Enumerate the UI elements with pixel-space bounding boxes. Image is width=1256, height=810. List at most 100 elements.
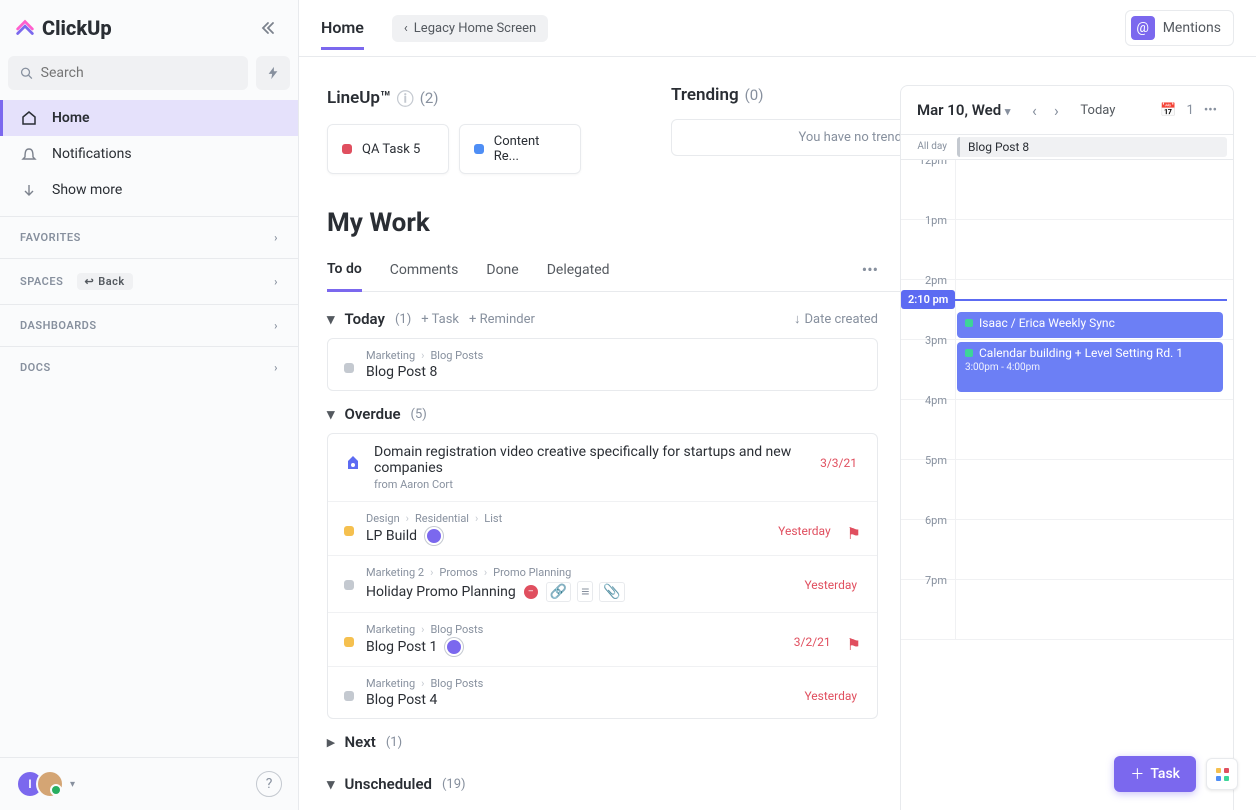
- back-pill[interactable]: ↩ Back: [77, 273, 133, 290]
- calendar-icon[interactable]: 📅: [1160, 103, 1176, 118]
- ai-button[interactable]: [256, 56, 290, 90]
- logo[interactable]: ClickUp: [14, 16, 112, 40]
- caret-right-icon[interactable]: ▸: [327, 733, 335, 751]
- bell-icon: [20, 145, 38, 163]
- list-icon[interactable]: ≡: [577, 581, 593, 602]
- nav-item-home[interactable]: Home: [0, 100, 298, 136]
- nav-label: Notifications: [52, 146, 132, 162]
- event-time: 3:00pm - 4:00pm: [965, 362, 1215, 373]
- hour-label: 1pm: [901, 212, 955, 271]
- status-square[interactable]: [344, 363, 354, 373]
- breadcrumb: Design› Residential› List: [366, 512, 766, 525]
- search-box[interactable]: [8, 56, 248, 90]
- tab-comments[interactable]: Comments: [390, 262, 459, 290]
- hour-label: 12pm: [901, 160, 955, 211]
- task-body: Marketing› Blog Posts Blog Post 1: [366, 623, 782, 656]
- help-button[interactable]: ?: [256, 771, 282, 797]
- breadcrumb: Marketing› Blog Posts: [366, 677, 792, 690]
- nav-label: Home: [52, 110, 90, 126]
- prev-day-button[interactable]: ‹: [1024, 100, 1044, 120]
- caret-down-icon[interactable]: ▾: [327, 405, 335, 423]
- tab-done[interactable]: Done: [486, 262, 518, 290]
- content: LineUp™ ⓘ (2) QA Task 5 Content Re...: [299, 57, 1256, 810]
- calendar-count: 1: [1187, 103, 1194, 118]
- now-indicator: 2:10 pm: [901, 290, 1227, 309]
- task-row[interactable]: Marketing 2› Promos› Promo Planning Holi…: [328, 556, 877, 613]
- calendar-event[interactable]: Calendar building + Level Setting Rd. 1 …: [957, 342, 1223, 392]
- task-title: LP Build: [366, 527, 766, 545]
- next-day-button[interactable]: ›: [1046, 100, 1066, 120]
- calendar-date[interactable]: Mar 10, Wed ▾: [917, 101, 1010, 119]
- new-task-fab[interactable]: ＋ Task: [1114, 756, 1196, 792]
- assignee-avatar[interactable]: [425, 527, 443, 545]
- status-dot: [474, 144, 484, 154]
- section-spaces[interactable]: SPACES ↩ Back ›: [0, 259, 298, 304]
- event-status-dot: [965, 319, 973, 327]
- calendar-event[interactable]: Isaac / Erica Weekly Sync: [957, 312, 1223, 338]
- chevron-down-icon[interactable]: ▾: [70, 779, 75, 790]
- sort-button[interactable]: ↓ Date created: [794, 311, 878, 327]
- flag-icon[interactable]: ⚑: [847, 635, 861, 654]
- task-row[interactable]: Marketing› Blog Posts Blog Post 1 3/2/21…: [328, 613, 877, 667]
- more-button[interactable]: •••: [1204, 103, 1217, 118]
- arrow-down-icon: [20, 181, 38, 199]
- allday-row: All day Blog Post 8: [901, 134, 1233, 160]
- caret-down-icon[interactable]: ▾: [327, 310, 335, 328]
- apps-fab[interactable]: [1206, 758, 1238, 790]
- priority-badge[interactable]: –: [524, 585, 538, 599]
- task-body: Domain registration video creative speci…: [374, 444, 808, 491]
- mentions-button[interactable]: @ Mentions: [1125, 10, 1234, 46]
- chevron-right-icon: ›: [274, 361, 278, 374]
- calendar-header-right: 📅 1 •••: [1160, 103, 1217, 118]
- task-row[interactable]: Domain registration video creative speci…: [328, 434, 877, 502]
- add-task-link[interactable]: + Task: [421, 312, 459, 327]
- main: Home ‹ Legacy Home Screen @ Mentions Lin…: [299, 0, 1256, 810]
- nav-item-notifications[interactable]: Notifications: [0, 136, 298, 172]
- allday-event[interactable]: Blog Post 8: [957, 137, 1227, 157]
- task-from: from Aaron Cort: [374, 478, 808, 491]
- section-label: FAVORITES: [20, 231, 81, 244]
- status-square[interactable]: [344, 637, 354, 647]
- collapse-sidebar-button[interactable]: [254, 14, 282, 42]
- calendar-grid[interactable]: 12pm 1pm 2pm 3pm 4pm 5pm 6pm 7pm 2:10 pm…: [901, 160, 1233, 810]
- logo-text: ClickUp: [42, 16, 112, 40]
- task-row[interactable]: Marketing› Blog Posts Blog Post 8: [328, 339, 877, 390]
- add-reminder-link[interactable]: + Reminder: [469, 312, 535, 327]
- caret-down-icon[interactable]: ▾: [327, 775, 335, 793]
- section-docs[interactable]: DOCS ›: [0, 347, 298, 388]
- task-row[interactable]: Marketing› Blog Posts Blog Post 4 Yester…: [328, 667, 877, 718]
- tab-more-button[interactable]: •••: [862, 260, 878, 291]
- today-button[interactable]: Today: [1080, 103, 1115, 118]
- sidebar-footer: I ▾ ?: [0, 757, 298, 810]
- chevron-down-icon: ▾: [1005, 105, 1011, 118]
- calendar-header: Mar 10, Wed ▾ ‹ › Today 📅 1 •••: [901, 86, 1233, 134]
- flag-icon[interactable]: ⚑: [847, 524, 861, 543]
- status-square[interactable]: [344, 691, 354, 701]
- task-date: 3/2/21: [794, 635, 831, 649]
- task-body: Marketing› Blog Posts Blog Post 4: [366, 677, 792, 708]
- task-extras: 🔗 ≡ 📎: [546, 581, 625, 602]
- lineup-chip[interactable]: QA Task 5: [327, 124, 449, 174]
- section-favorites[interactable]: FAVORITES ›: [0, 217, 298, 258]
- task-row[interactable]: Design› Residential› List LP Build Yeste…: [328, 502, 877, 556]
- info-icon[interactable]: ⓘ: [397, 85, 414, 110]
- avatar-stack[interactable]: I: [16, 770, 64, 798]
- status-square[interactable]: [344, 580, 354, 590]
- section-dashboards[interactable]: DASHBOARDS ›: [0, 305, 298, 346]
- task-list-today: Marketing› Blog Posts Blog Post 8: [327, 338, 878, 391]
- fab-row: ＋ Task: [1114, 756, 1238, 792]
- attachment-icon[interactable]: 📎: [599, 582, 624, 602]
- link-icon[interactable]: 🔗: [546, 582, 571, 602]
- legacy-home-button[interactable]: ‹ Legacy Home Screen: [392, 15, 548, 42]
- status-square[interactable]: [344, 526, 354, 536]
- assignee-avatar[interactable]: [445, 638, 463, 656]
- page-title: Home: [321, 18, 364, 50]
- chevron-right-icon: ›: [274, 319, 278, 332]
- lineup-chip[interactable]: Content Re...: [459, 124, 581, 174]
- tab-todo[interactable]: To do: [327, 261, 362, 292]
- search-input[interactable]: [41, 65, 236, 81]
- hour-label: 7pm: [901, 572, 955, 631]
- tab-delegated[interactable]: Delegated: [547, 262, 610, 290]
- user-avatar-photo[interactable]: [36, 770, 64, 798]
- nav-item-show-more[interactable]: Show more: [0, 172, 298, 208]
